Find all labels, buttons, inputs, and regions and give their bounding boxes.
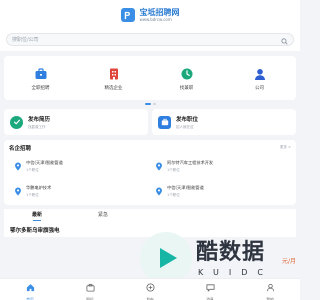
more-link[interactable]: 更多 > <box>280 145 291 150</box>
quick-item-company[interactable]: 公司 <box>230 66 290 91</box>
logo-url: www.bdrcw.com <box>139 16 172 22</box>
briefcase-icon <box>158 115 171 129</box>
nav-home[interactable]: 首页 <box>10 277 50 300</box>
quick-item-fulltime[interactable]: 全职招聘 <box>11 66 71 91</box>
clock-icon <box>179 66 195 82</box>
quick-label: 公司 <box>255 85 264 91</box>
job-tabs: 最新 紧急 <box>4 209 296 221</box>
quick-item-featured-companies[interactable]: 精选企业 <box>84 66 144 91</box>
tab-urgent[interactable]: 紧急 <box>98 209 108 221</box>
company-item[interactable]: 中信(天津)智能管道 1个职位 <box>150 181 291 201</box>
nav-profile[interactable]: 我的 <box>250 277 290 300</box>
publish-resume-card[interactable]: 发布简历 找靠谱工作 <box>4 109 148 135</box>
tab-latest[interactable]: 最新 <box>32 209 42 221</box>
building-icon <box>106 66 122 82</box>
company-job-count: 1个职位 <box>26 167 39 172</box>
bottom-nav: 首页 职位 发布 消息 我的 <box>0 278 300 300</box>
nav-label: 消息 <box>206 296 214 300</box>
company-item[interactable]: 阿尔特汽车工程技术开发 1个职位 <box>150 156 291 176</box>
publish-row: 发布简历 找靠谱工作 发布职位 招人就在这 <box>4 109 296 135</box>
famous-companies-section: 名企招聘 更多 > 中信(天津)智能管道 1个职位 阿尔特汽车工程技术开发 1个… <box>4 140 296 205</box>
logo: 宝坻招聘网 www.bdrcw.com <box>139 7 180 22</box>
location-pin-icon <box>154 186 163 196</box>
company-item[interactable]: 中信(天津)智能管道 1个职位 <box>9 156 150 176</box>
quick-label: 全职招聘 <box>31 85 50 91</box>
logo-icon <box>120 8 135 22</box>
home-icon <box>26 277 35 296</box>
indicator-dot-active <box>144 103 151 105</box>
location-pin-icon <box>154 161 163 171</box>
message-icon <box>205 277 215 296</box>
quick-menu: 全职招聘 精选企业 找兼职 公司 <box>4 56 296 100</box>
indicator-dot <box>152 103 156 105</box>
nav-jobs[interactable]: 职位 <box>70 277 110 300</box>
app-header: 宝坻招聘网 www.bdrcw.com <box>0 0 300 30</box>
company-job-count: 1个职位 <box>26 192 39 197</box>
carousel-indicator <box>0 103 300 106</box>
publish-job-card[interactable]: 发布职位 招人就在这 <box>152 109 296 135</box>
search-placeholder: 搜职位/公司 <box>12 37 39 43</box>
company-name: 阿尔特汽车工程技术开发 <box>167 159 214 165</box>
nav-publish[interactable]: 发布 <box>130 277 170 300</box>
watermark-tail: 元/月 <box>281 258 296 265</box>
section-title: 名企招聘 <box>9 145 32 152</box>
plus-icon <box>145 277 155 296</box>
logo-name: 宝坻招聘网 <box>139 7 180 17</box>
publish-job-title: 发布职位 <box>176 116 199 123</box>
quick-item-parttime[interactable]: 找兼职 <box>157 66 217 91</box>
user-icon <box>252 66 268 82</box>
company-name: 中信(天津)智能管道 <box>167 184 204 190</box>
search-icon[interactable] <box>281 30 288 49</box>
watermark-text: 酷数据 <box>196 240 266 265</box>
nav-label: 首页 <box>26 296 34 300</box>
company-job-count: 1个职位 <box>167 192 180 197</box>
company-name: 中信(天津)智能管道 <box>26 159 63 165</box>
publish-job-subtitle: 招人就在这 <box>176 124 194 129</box>
publish-resume-title: 发布简历 <box>28 116 51 123</box>
quick-label: 精选企业 <box>104 85 123 91</box>
quick-label: 找兼职 <box>179 85 194 91</box>
search-bar: 搜职位/公司 <box>0 30 300 51</box>
company-job-count: 1个职位 <box>167 167 180 172</box>
location-pin-icon <box>13 161 22 171</box>
briefcase-icon <box>85 277 95 296</box>
company-item[interactable]: 华鹏电炉技术 1个职位 <box>9 181 150 201</box>
briefcase-icon <box>33 66 49 82</box>
publish-resume-subtitle: 找靠谱工作 <box>28 124 46 129</box>
company-name: 华鹏电炉技术 <box>26 184 52 190</box>
location-pin-icon <box>13 186 22 196</box>
nav-messages[interactable]: 消息 <box>190 277 230 300</box>
nav-label: 职位 <box>86 296 94 300</box>
user-icon <box>266 277 275 296</box>
check-icon <box>10 115 23 129</box>
search-input[interactable]: 搜职位/公司 <box>6 33 294 46</box>
nav-label: 我的 <box>266 296 274 300</box>
nav-label: 发布 <box>146 296 154 300</box>
